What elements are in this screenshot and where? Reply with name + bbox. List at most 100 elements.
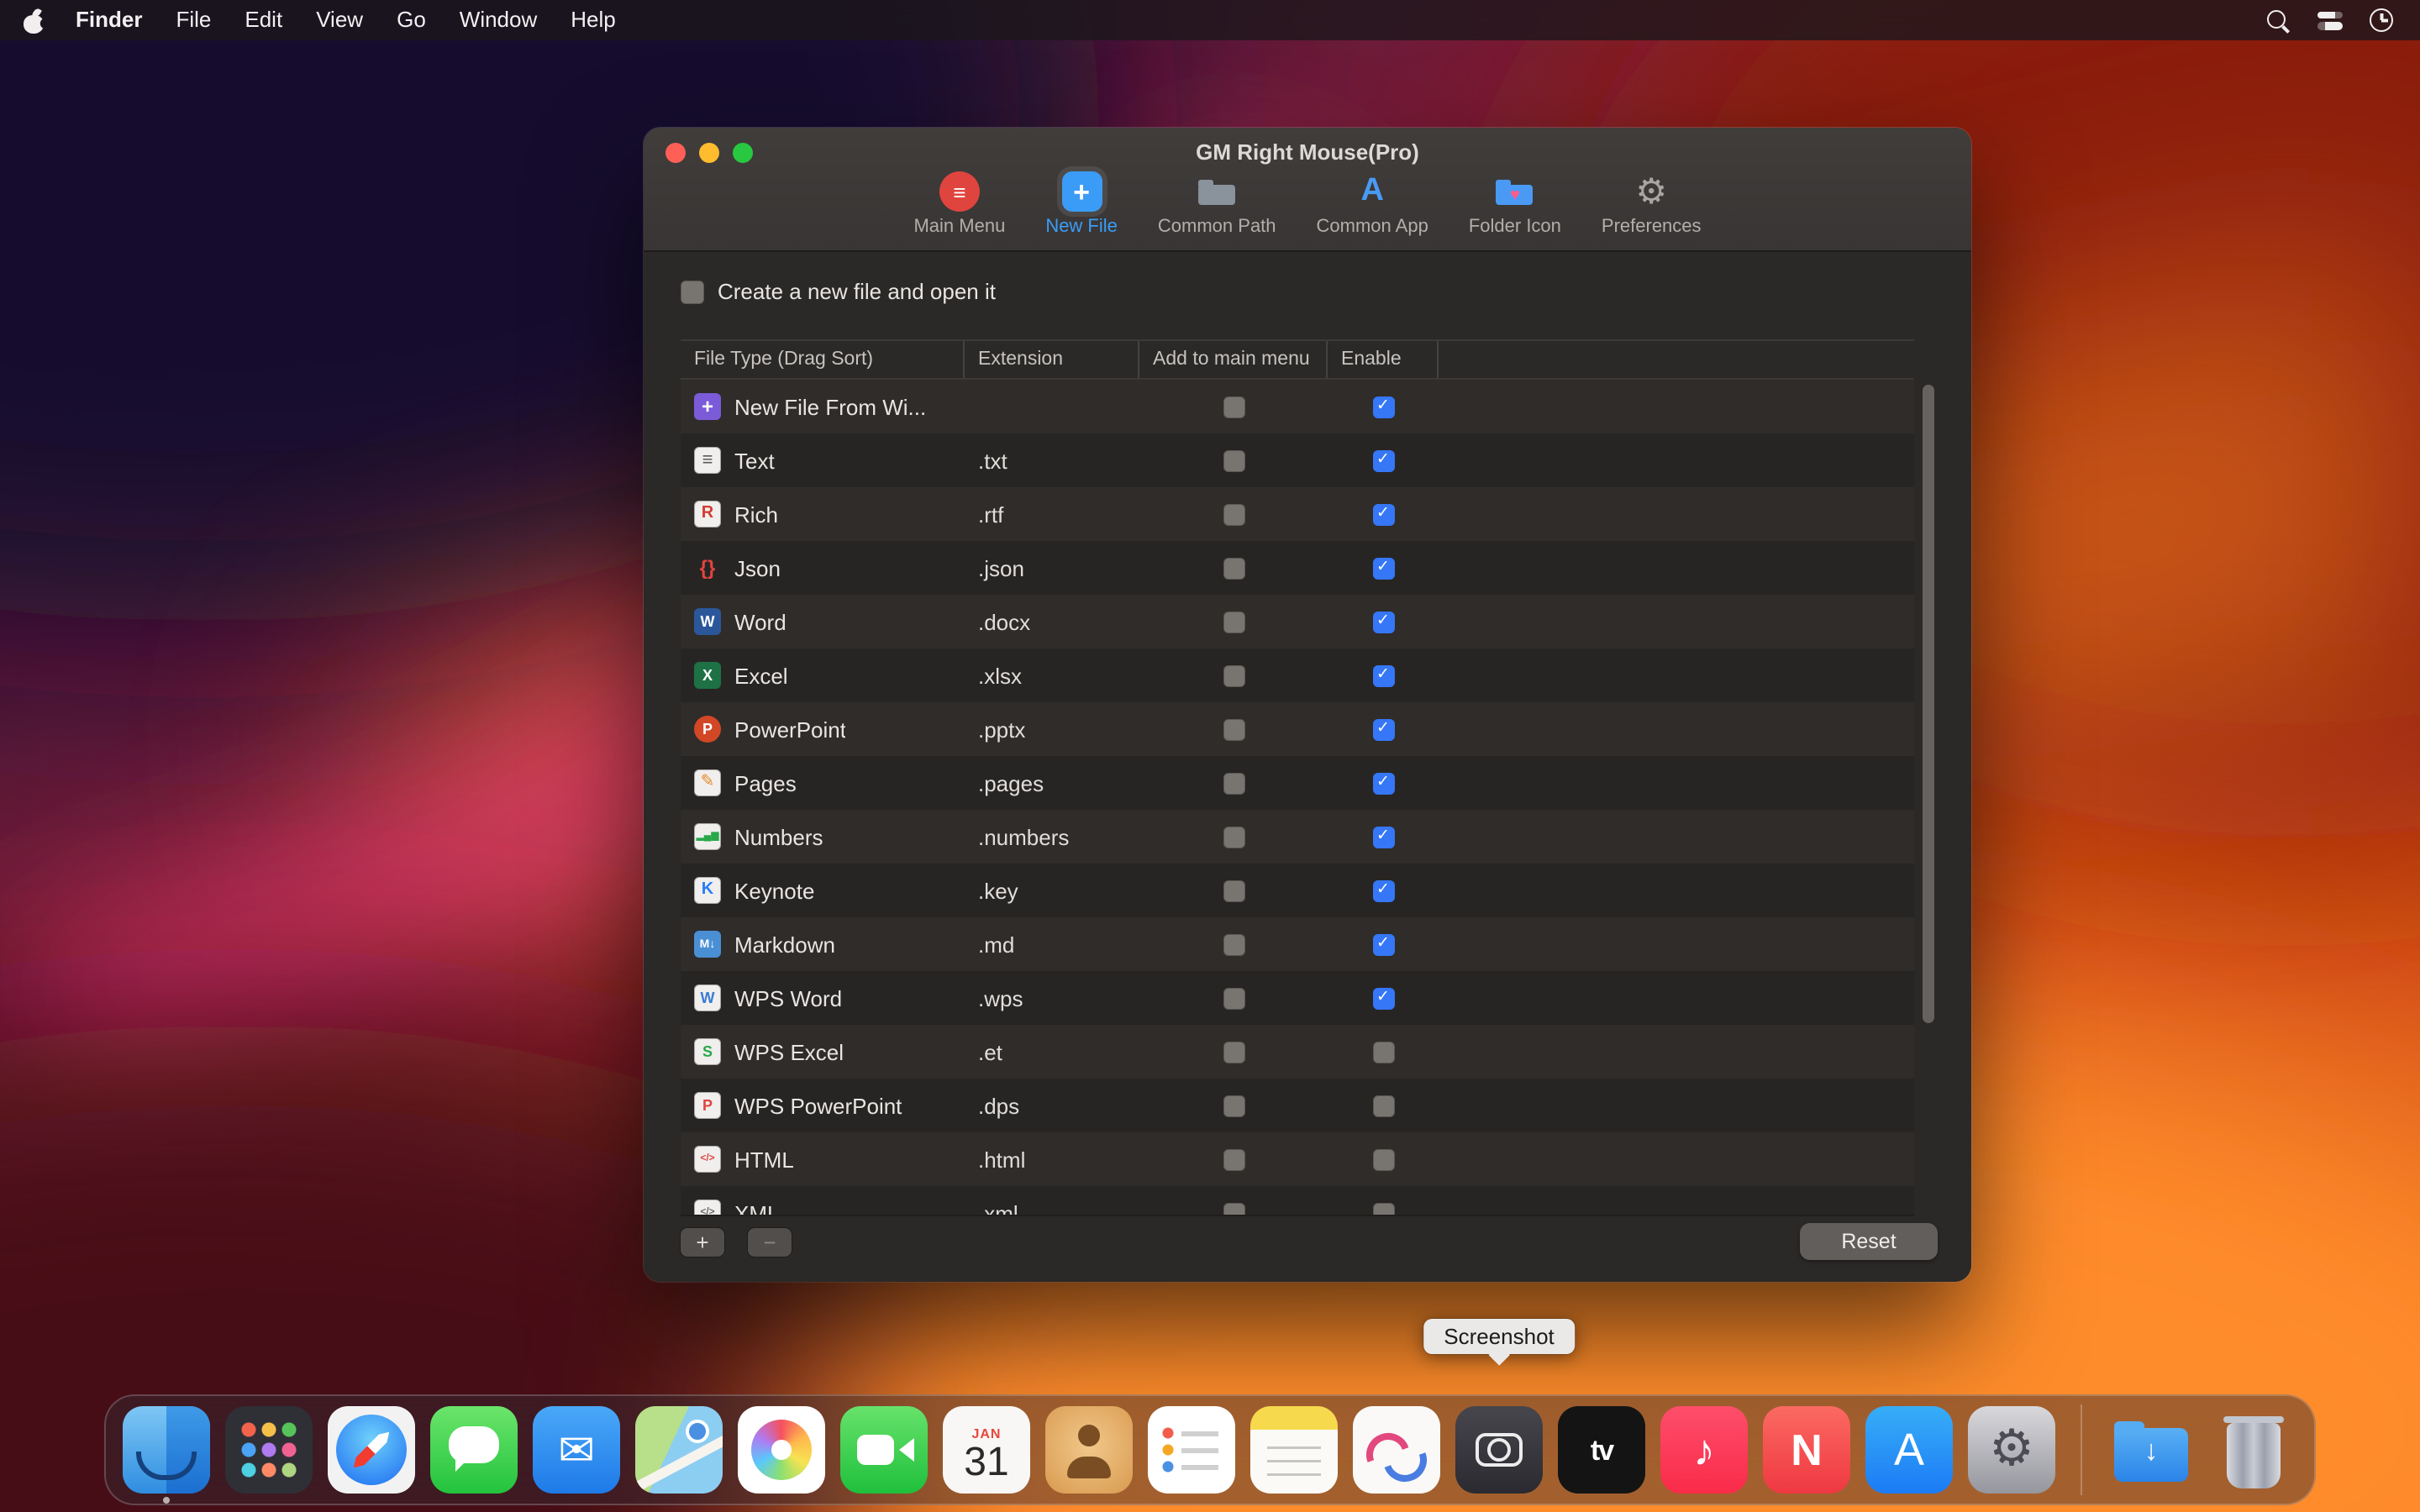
toolbar-tab-new-file[interactable]: +New File	[1035, 171, 1128, 237]
enable-checkbox[interactable]: ✓	[1372, 879, 1394, 901]
table-row-word[interactable]: WWord.docx✓	[681, 595, 1914, 648]
table-row-json[interactable]: {}Json.json✓	[681, 541, 1914, 595]
enable-checkbox[interactable]: ✓	[1372, 987, 1394, 1009]
table-row-numbers[interactable]: ▂▄▆Numbers.numbers✓	[681, 810, 1914, 864]
search-icon[interactable]	[2265, 8, 2291, 33]
menu-item-view[interactable]: View	[299, 0, 380, 40]
dock-item-news[interactable]: N	[1763, 1406, 1850, 1494]
add-to-main-menu-checkbox[interactable]	[1223, 879, 1244, 901]
zoom-button[interactable]	[733, 143, 753, 163]
enable-checkbox[interactable]	[1372, 1202, 1394, 1216]
add-to-main-menu-checkbox[interactable]	[1223, 449, 1244, 471]
reset-button[interactable]: Reset	[1800, 1223, 1938, 1260]
table-row-excel[interactable]: XExcel.xlsx✓	[681, 648, 1914, 702]
dock-item-tv[interactable]: tv	[1558, 1406, 1645, 1494]
table-row-rich[interactable]: RRich.rtf✓	[681, 487, 1914, 541]
dock-item-finder[interactable]	[123, 1406, 210, 1494]
dock-item-appstore[interactable]: A	[1865, 1406, 1953, 1494]
add-to-main-menu-checkbox[interactable]	[1223, 718, 1244, 740]
add-to-main-menu-checkbox[interactable]	[1223, 1041, 1244, 1063]
dock-item-photos[interactable]	[738, 1406, 825, 1494]
table-row-wps-powerpoint[interactable]: PWPS PowerPoint.dps	[681, 1079, 1914, 1132]
dock-item-facetime[interactable]	[840, 1406, 928, 1494]
enable-checkbox[interactable]	[1372, 1095, 1394, 1116]
menu-item-go[interactable]: Go	[380, 0, 443, 40]
add-to-main-menu-checkbox[interactable]	[1223, 1202, 1244, 1216]
dock-item-launchpad[interactable]	[225, 1406, 313, 1494]
column-header-extension[interactable]: Extension	[965, 341, 1139, 378]
table-row-powerpoint[interactable]: PPowerPoint.pptx✓	[681, 702, 1914, 756]
enable-checkbox[interactable]: ✓	[1372, 826, 1394, 848]
toolbar-tab-preferences[interactable]: ⚙Preferences	[1591, 171, 1712, 237]
dock-item-calendar[interactable]: JAN31	[943, 1406, 1030, 1494]
dock-item-mail[interactable]: ✉	[533, 1406, 620, 1494]
close-button[interactable]	[666, 143, 686, 163]
table-row-wps-word[interactable]: WWPS Word.wps✓	[681, 971, 1914, 1025]
add-to-main-menu-checkbox[interactable]	[1223, 826, 1244, 848]
dock-item-downloads[interactable]: ↓	[2107, 1406, 2195, 1494]
add-to-main-menu-checkbox[interactable]	[1223, 611, 1244, 633]
dock-item-screenshot[interactable]	[1455, 1406, 1543, 1494]
window-titlebar[interactable]: GM Right Mouse(Pro) ≡Main Menu+New FileC…	[644, 128, 1971, 252]
column-header-add-to-main-menu[interactable]: Add to main menu	[1139, 341, 1328, 378]
enable-checkbox[interactable]: ✓	[1372, 772, 1394, 794]
clock-icon[interactable]	[2370, 8, 2393, 32]
add-to-main-menu-checkbox[interactable]	[1223, 557, 1244, 579]
add-to-main-menu-checkbox[interactable]	[1223, 1095, 1244, 1116]
control-center-icon[interactable]	[2317, 11, 2343, 29]
table-row-wps-excel[interactable]: SWPS Excel.et	[681, 1025, 1914, 1079]
dock-item-trash[interactable]	[2210, 1406, 2297, 1494]
scrollbar-thumb[interactable]	[1923, 385, 1934, 1023]
column-header-file-type-drag-sort-[interactable]: File Type (Drag Sort)	[681, 341, 965, 378]
enable-checkbox[interactable]: ✓	[1372, 503, 1394, 525]
menu-item-finder[interactable]: Finder	[59, 0, 159, 40]
dock-item-messages[interactable]	[430, 1406, 518, 1494]
enable-checkbox[interactable]: ✓	[1372, 611, 1394, 633]
create-file-option[interactable]: Create a new file and open it	[681, 279, 996, 304]
enable-checkbox[interactable]: ✓	[1372, 557, 1394, 579]
table-row-markdown[interactable]: M↓Markdown.md✓	[681, 917, 1914, 971]
toolbar-tab-common-app[interactable]: ACommon App	[1307, 171, 1439, 237]
menu-item-edit[interactable]: Edit	[228, 0, 299, 40]
menu-item-window[interactable]: Window	[443, 0, 555, 40]
create-file-checkbox[interactable]	[681, 280, 704, 303]
add-to-main-menu-checkbox[interactable]	[1223, 1148, 1244, 1170]
remove-row-button[interactable]: −	[748, 1227, 792, 1256]
enable-checkbox[interactable]: ✓	[1372, 718, 1394, 740]
add-to-main-menu-checkbox[interactable]	[1223, 664, 1244, 686]
table-row-xml[interactable]: </>XML.xml	[681, 1186, 1914, 1216]
toolbar-tab-main-menu[interactable]: ≡Main Menu	[903, 171, 1015, 237]
add-to-main-menu-checkbox[interactable]	[1223, 772, 1244, 794]
dock-item-freeform[interactable]	[1353, 1406, 1440, 1494]
apple-logo-icon[interactable]	[24, 8, 45, 33]
enable-checkbox[interactable]: ✓	[1372, 933, 1394, 955]
dock-item-safari[interactable]	[328, 1406, 415, 1494]
menu-item-help[interactable]: Help	[554, 0, 633, 40]
enable-checkbox[interactable]	[1372, 1148, 1394, 1170]
enable-checkbox[interactable]: ✓	[1372, 396, 1394, 417]
table-row-pages[interactable]: ✎Pages.pages✓	[681, 756, 1914, 810]
column-header-enable[interactable]: Enable	[1328, 341, 1439, 378]
table-scrollbar[interactable]	[1923, 380, 1934, 1216]
dock-item-settings[interactable]: ⚙	[1968, 1406, 2055, 1494]
dock-item-reminders[interactable]	[1148, 1406, 1235, 1494]
minimize-button[interactable]	[699, 143, 719, 163]
add-to-main-menu-checkbox[interactable]	[1223, 933, 1244, 955]
dock-item-music[interactable]: ♪	[1660, 1406, 1748, 1494]
toolbar-tab-common-path[interactable]: Common Path	[1148, 171, 1286, 237]
enable-checkbox[interactable]: ✓	[1372, 664, 1394, 686]
menu-item-file[interactable]: File	[159, 0, 228, 40]
dock-item-contacts[interactable]	[1045, 1406, 1133, 1494]
table-row-text[interactable]: ≡Text.txt✓	[681, 433, 1914, 487]
table-row-new-file-from-wi[interactable]: +New File From Wi...✓	[681, 380, 1914, 433]
add-to-main-menu-checkbox[interactable]	[1223, 987, 1244, 1009]
add-row-button[interactable]: +	[681, 1227, 724, 1256]
add-to-main-menu-checkbox[interactable]	[1223, 396, 1244, 417]
dock-item-notes[interactable]	[1250, 1406, 1338, 1494]
enable-checkbox[interactable]: ✓	[1372, 449, 1394, 471]
dock-item-maps[interactable]	[635, 1406, 723, 1494]
enable-checkbox[interactable]	[1372, 1041, 1394, 1063]
add-to-main-menu-checkbox[interactable]	[1223, 503, 1244, 525]
table-row-html[interactable]: </>HTML.html	[681, 1132, 1914, 1186]
table-row-keynote[interactable]: KKeynote.key✓	[681, 864, 1914, 917]
